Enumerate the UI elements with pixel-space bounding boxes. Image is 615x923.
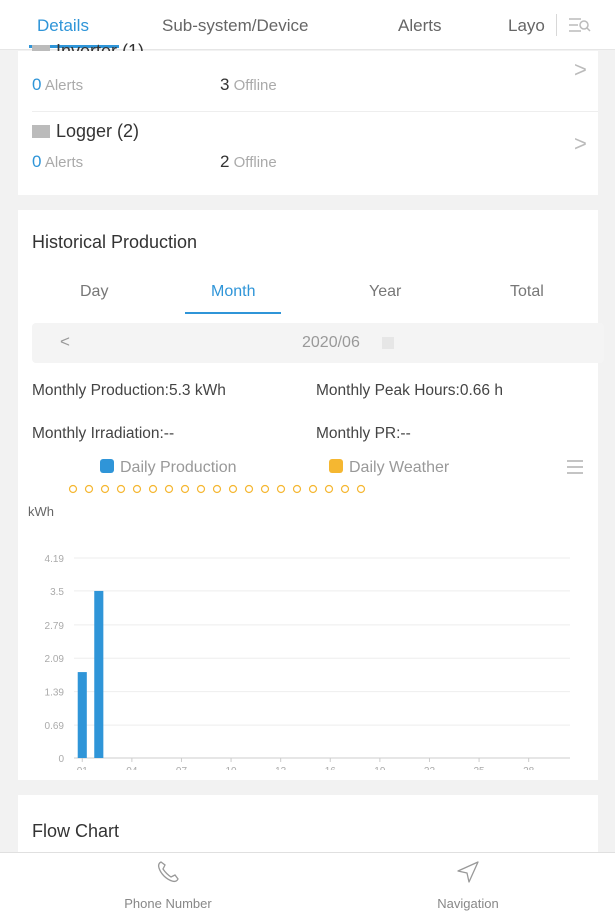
tab-details[interactable]: Details (37, 16, 89, 36)
weather-marker (356, 484, 366, 494)
x-tick-label: 13 (275, 766, 287, 770)
y-tick-label: 3.5 (50, 587, 64, 598)
row-divider (32, 111, 598, 112)
y-tick-label: 4.19 (45, 554, 65, 565)
period-tab-month[interactable]: Month (211, 283, 255, 301)
weather-marker (68, 484, 78, 494)
flow-chart-title: Flow Chart (32, 821, 120, 841)
weather-marker (180, 484, 190, 494)
tab-layout[interactable]: Layo (508, 16, 545, 36)
y-axis-unit-label: kWh (28, 504, 54, 519)
hamburger-menu-icon[interactable] (566, 458, 584, 476)
phone-icon (157, 861, 179, 883)
x-tick-label: 19 (374, 766, 386, 770)
y-tick-label: 2.79 (45, 621, 65, 632)
device-icon (32, 125, 50, 138)
date-selector: < 2020/06 (32, 323, 604, 363)
production-bar-chart: kWh 01 04 07 10 13 16 19 22 25 28 0 0.69 1.39 2.09 2.… (28, 504, 570, 770)
bottom-action-bar: Phone Number Navigation (0, 852, 615, 923)
x-tick-label: 16 (325, 766, 337, 770)
daily-weather-icons (68, 484, 366, 494)
phone-number-button[interactable]: Phone Number (68, 859, 268, 911)
legend-swatch (100, 459, 114, 473)
monthly-irradiation: Monthly Irradiation:-- (32, 425, 175, 442)
chevron-right-icon[interactable]: > (574, 131, 587, 157)
legend-daily-production[interactable]: Daily Production (100, 459, 237, 477)
historical-production-card: Historical Production Day Month Year Tot… (18, 210, 604, 780)
monthly-peak-hours: Monthly Peak Hours:0.66 h (316, 382, 503, 399)
device-title-logger: Logger (2) (32, 121, 139, 142)
weather-marker (100, 484, 110, 494)
y-tick-label: 2.09 (45, 654, 65, 665)
x-tick-label: 25 (474, 766, 486, 770)
weather-marker (244, 484, 254, 494)
weather-marker (340, 484, 350, 494)
monthly-production: Monthly Production:5.3 kWh (32, 382, 226, 399)
active-period-indicator (185, 312, 281, 314)
x-tick-label: 04 (126, 766, 138, 770)
production-bar[interactable] (94, 590, 104, 758)
tab-alerts[interactable]: Alerts (398, 16, 441, 36)
x-tick-label: 07 (176, 766, 188, 770)
device-summary-card: Inverter (1) 0 Alerts 3 Offline > Logger… (18, 41, 598, 195)
legend-daily-weather[interactable]: Daily Weather (329, 459, 449, 477)
weather-marker (84, 484, 94, 494)
weather-marker (308, 484, 318, 494)
weather-marker (116, 484, 126, 494)
navigation-button[interactable]: Navigation (368, 859, 568, 911)
section-title: Historical Production (32, 232, 198, 252)
date-value[interactable]: 2020/06 (302, 334, 360, 352)
x-tick-label: 28 (523, 766, 535, 770)
tab-divider (556, 14, 557, 36)
weather-marker (212, 484, 222, 494)
navigation-label: Navigation (437, 896, 499, 911)
legend-swatch (329, 459, 343, 473)
logger-offline: 2 Offline (220, 152, 277, 171)
weather-marker (324, 484, 334, 494)
menu-search-icon[interactable] (566, 12, 592, 38)
flow-chart-card: Flow Chart (18, 795, 598, 855)
period-tab-day[interactable]: Day (80, 283, 108, 301)
navigation-icon (457, 861, 479, 883)
logger-alerts: 0 Alerts (32, 152, 84, 171)
period-tab-year[interactable]: Year (369, 283, 401, 301)
production-bar[interactable] (77, 672, 87, 758)
weather-marker (228, 484, 238, 494)
weather-marker (292, 484, 302, 494)
monthly-pr: Monthly PR:-- (316, 425, 411, 442)
weather-marker (148, 484, 158, 494)
weather-marker (196, 484, 206, 494)
y-tick-label: 1.39 (45, 688, 65, 699)
chevron-right-icon[interactable]: > (574, 57, 587, 83)
x-tick-label: 10 (226, 766, 238, 770)
x-tick-label: 01 (77, 766, 89, 770)
inverter-alerts: 0 Alerts (32, 75, 84, 94)
calendar-icon[interactable] (382, 337, 394, 349)
device-icon (32, 45, 50, 51)
inverter-offline: 3 Offline (220, 75, 277, 94)
previous-date-button[interactable]: < (60, 332, 70, 352)
weather-marker (260, 484, 270, 494)
weather-marker (132, 484, 142, 494)
weather-marker (276, 484, 286, 494)
tab-subsystem-device[interactable]: Sub-system/Device (162, 16, 308, 36)
phone-number-label: Phone Number (124, 896, 212, 911)
period-tab-total[interactable]: Total (510, 283, 544, 301)
y-tick-label: 0.69 (45, 721, 65, 732)
weather-marker (164, 484, 174, 494)
y-tick-label: 0 (58, 754, 64, 765)
x-tick-label: 22 (424, 766, 436, 770)
device-title-inverter: Inverter (1) (32, 41, 144, 51)
